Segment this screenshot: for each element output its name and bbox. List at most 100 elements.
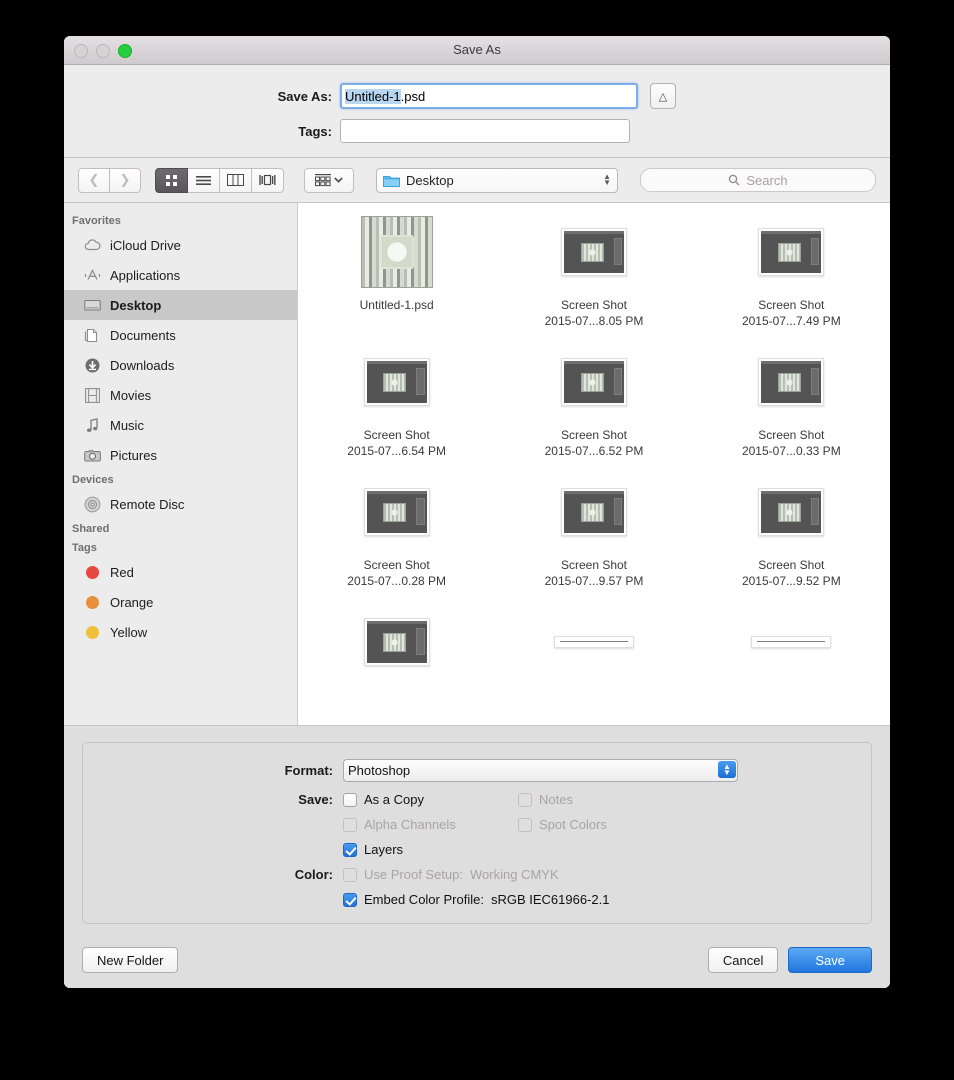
use-proof-setup-value: Working CMYK — [470, 867, 559, 882]
view-mode-group — [155, 167, 284, 193]
coverflow-icon[interactable] — [252, 167, 284, 193]
path-popup-button[interactable]: Desktop ▲ ▼ — [376, 167, 618, 193]
camera-icon — [84, 447, 101, 464]
embed-color-profile-value: sRGB IEC61966-2.1 — [490, 892, 610, 907]
file-name: Screen Shot 2015-07...6.52 PM — [544, 428, 644, 458]
thumbnail — [360, 211, 433, 293]
sidebar-item-label: iCloud Drive — [110, 237, 181, 253]
dialog-footer: New Folder Cancel Save — [64, 932, 890, 988]
save-label: Save: — [298, 792, 333, 807]
list-icon[interactable] — [188, 167, 220, 193]
arrange-by-button[interactable] — [304, 167, 354, 193]
spot-colors-checkbox: Spot Colors — [518, 817, 693, 832]
file-name: Screen Shot 2015-07...9.57 PM — [544, 558, 644, 588]
file-name: Screen Shot 2015-07...8.05 PM — [544, 298, 644, 328]
minimize-button[interactable] — [96, 44, 110, 58]
path-popup-label: Desktop — [406, 172, 454, 188]
file-item[interactable] — [693, 601, 890, 725]
chevron-up-icon[interactable]: △ — [650, 83, 676, 109]
screenshot-thumbnail-icon — [560, 488, 627, 536]
file-name: Screen Shot 2015-07...0.33 PM — [741, 428, 841, 458]
cancel-button[interactable]: Cancel — [707, 947, 779, 973]
disc-icon — [84, 496, 101, 513]
screenshot-thumbnail-icon — [758, 358, 825, 406]
grid-icon[interactable] — [155, 167, 188, 193]
file-name: Screen Shot 2015-07...6.54 PM — [347, 428, 447, 458]
sidebar-item-tag-red[interactable]: Red — [64, 557, 297, 587]
sidebar-section-tags: Tags — [72, 542, 97, 554]
embed-color-profile-checkbox[interactable]: Embed Color Profile: sRGB IEC61966-2.1 — [343, 892, 609, 907]
checkbox-label: Layers — [364, 842, 404, 857]
file-item[interactable]: Screen Shot 2015-07...6.54 PM — [298, 341, 495, 471]
file-item[interactable] — [298, 601, 495, 725]
new-folder-button[interactable]: New Folder — [82, 947, 179, 973]
sidebar-item-pictures[interactable]: Pictures — [64, 440, 297, 470]
sidebar-item-documents[interactable]: Documents — [64, 320, 297, 350]
psd-thumbnail-icon — [360, 216, 433, 288]
checkbox-label: Embed Color Profile: — [364, 892, 484, 907]
file-item[interactable]: Screen Shot 2015-07...0.28 PM — [298, 471, 495, 601]
thumbnail — [363, 601, 430, 683]
sidebar-item-label: Music — [110, 417, 144, 433]
file-item[interactable]: Screen Shot 2015-07...6.52 PM — [495, 341, 692, 471]
sidebar-item-applications[interactable]: Applications — [64, 260, 297, 290]
thumbnail — [363, 341, 430, 423]
sidebar-item-label: Pictures — [110, 447, 157, 463]
search-input[interactable]: Search — [640, 168, 876, 192]
file-item[interactable]: Screen Shot 2015-07...9.52 PM — [693, 471, 890, 601]
save-as-input[interactable]: Untitled-1 .psd — [340, 83, 638, 109]
chevron-left-icon[interactable]: ❮ — [78, 167, 110, 193]
sidebar-item-movies[interactable]: Movies — [64, 380, 297, 410]
file-item[interactable] — [495, 601, 692, 725]
sidebar-item-downloads[interactable]: Downloads — [64, 350, 297, 380]
sidebar-item-tag-orange[interactable]: Orange — [64, 587, 297, 617]
close-button[interactable] — [74, 44, 88, 58]
chevron-down-icon — [334, 177, 343, 183]
sidebar-item-desktop[interactable]: Desktop — [64, 290, 297, 320]
tags-input[interactable] — [340, 119, 630, 143]
file-item[interactable]: Screen Shot 2015-07...9.57 PM — [495, 471, 692, 601]
title-bar: Save As — [64, 36, 890, 65]
sidebar-item-icloud-drive[interactable]: iCloud Drive — [64, 230, 297, 260]
thumbnail — [751, 601, 832, 683]
chevron-right-icon[interactable]: ❯ — [110, 167, 141, 193]
file-item[interactable]: Screen Shot 2015-07...8.05 PM — [495, 211, 692, 341]
save-as-row: Save As: Untitled-1 .psd △ — [64, 83, 890, 109]
finder-toolbar: ❮ ❯ Desktop ▲ ▼ Search — [64, 158, 890, 203]
format-select[interactable]: Photoshop ▲ ▼ — [343, 759, 738, 782]
save-button[interactable]: Save — [788, 947, 872, 973]
format-select-value: Photoshop — [348, 763, 411, 778]
file-item[interactable]: Untitled-1.psd — [298, 211, 495, 341]
sidebar-item-music[interactable]: Music — [64, 410, 297, 440]
sidebar-item-label: Red — [110, 564, 134, 580]
film-icon — [84, 387, 101, 404]
footer-actions: Cancel Save — [707, 947, 872, 973]
checkbox-label: As a Copy — [364, 792, 424, 807]
thumbnail — [758, 341, 825, 423]
options-area: Format: Photoshop ▲ ▼ Save: As a Copy Not… — [64, 726, 890, 932]
file-name: Screen Shot 2015-07...7.49 PM — [741, 298, 841, 328]
checkbox-label: Alpha Channels — [364, 817, 456, 832]
sidebar-item-remote-disc[interactable]: Remote Disc — [64, 489, 297, 519]
layers-checkbox[interactable]: Layers — [343, 842, 403, 857]
sidebar-item-label: Applications — [110, 267, 181, 283]
checkbox-label: Spot Colors — [539, 817, 607, 832]
checkbox-box — [343, 867, 357, 882]
thumbnail — [758, 211, 825, 293]
stepper-icon: ▲ ▼ — [718, 761, 736, 778]
file-item[interactable]: Screen Shot 2015-07...7.49 PM — [693, 211, 890, 341]
as-a-copy-checkbox[interactable]: As a Copy — [343, 792, 518, 807]
sidebar-item-label: Desktop — [110, 297, 162, 313]
save-row-3: Layers — [83, 842, 871, 857]
file-item[interactable]: Screen Shot 2015-07...0.33 PM — [693, 341, 890, 471]
thumbnail — [560, 471, 627, 553]
columns-icon[interactable] — [220, 167, 252, 193]
checkbox-box — [343, 892, 357, 907]
sidebar-item-tag-yellow[interactable]: Yellow — [64, 617, 297, 647]
format-options-panel: Format: Photoshop ▲ ▼ Save: As a Copy Not… — [82, 742, 872, 924]
color-row-2: Embed Color Profile: sRGB IEC61966-2.1 — [83, 892, 871, 907]
color-label: Color: — [294, 867, 333, 882]
zoom-button[interactable] — [118, 44, 132, 58]
save-row-1: Save: As a Copy Notes — [83, 792, 871, 807]
tag-dot-icon — [84, 564, 101, 581]
